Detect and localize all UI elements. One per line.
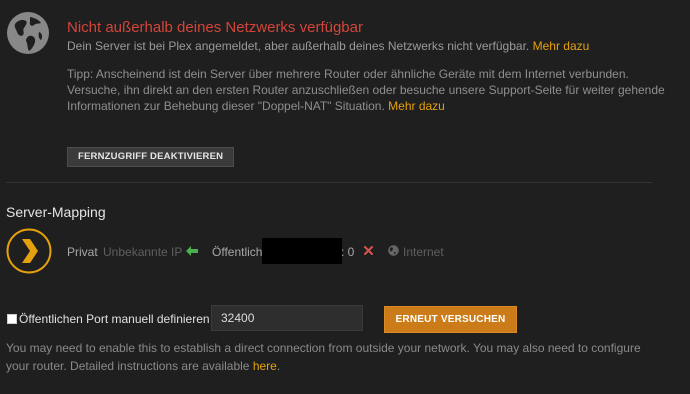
internet-label: Internet xyxy=(403,245,444,259)
globe-icon xyxy=(7,12,49,54)
instructions-link[interactable]: here xyxy=(253,359,277,373)
remote-access-status-title: Nicht außerhalb deines Netzwerks verfügb… xyxy=(67,19,363,36)
tip-learn-more-link[interactable]: Mehr dazu xyxy=(388,99,445,113)
private-ip-value: Unbekannte IP xyxy=(103,245,183,259)
status-description-text: Dein Server ist bei Plex angemeldet, abe… xyxy=(67,39,530,53)
public-port-input[interactable] xyxy=(211,305,363,331)
help-text: You may need to enable this to establish… xyxy=(6,341,641,373)
remote-access-status-description: Dein Server ist bei Plex angemeldet, abe… xyxy=(67,39,589,53)
disable-remote-access-button[interactable]: FERNZUGRIFF DEAKTIVIEREN xyxy=(67,147,235,167)
manual-port-label[interactable]: Öffentlichen Port manuell definieren xyxy=(19,312,210,326)
learn-more-link[interactable]: Mehr dazu xyxy=(533,39,590,53)
manual-port-checkbox[interactable] xyxy=(7,314,17,324)
plex-chevron-icon xyxy=(6,228,52,274)
x-icon xyxy=(364,246,373,255)
server-mapping-title: Server-Mapping xyxy=(6,204,106,220)
help-text-end: . xyxy=(276,359,281,373)
redacted-public-ip xyxy=(262,238,342,264)
globe-small-icon xyxy=(388,245,399,256)
private-label: Privat xyxy=(67,245,98,259)
retry-button[interactable]: ERNEUT VERSUCHEN xyxy=(384,306,517,333)
public-label: Öffentlich xyxy=(212,245,263,259)
arrow-left-icon xyxy=(186,246,198,256)
double-nat-tip: Tipp: Anscheinend ist dein Server über m… xyxy=(67,66,667,114)
manual-port-help: You may need to enable this to establish… xyxy=(6,339,666,375)
section-divider xyxy=(6,182,652,183)
public-port-value: : 0 xyxy=(341,245,355,259)
tip-text: Tipp: Anscheinend ist dein Server über m… xyxy=(67,67,665,113)
